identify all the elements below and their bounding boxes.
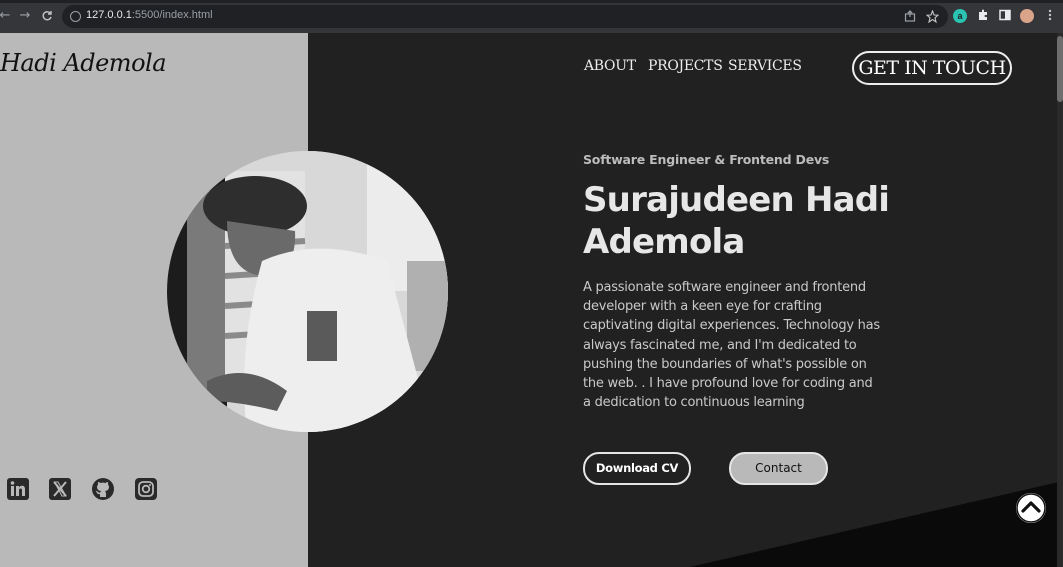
share-icon[interactable] [903, 10, 916, 23]
page-scrollbar[interactable] [1057, 33, 1063, 567]
x-twitter-icon[interactable] [49, 478, 71, 500]
bookmark-star-icon[interactable] [925, 9, 940, 24]
tab-strip [0, 0, 1063, 3]
profile-photo [167, 151, 448, 432]
profile-avatar-icon[interactable] [1020, 9, 1034, 23]
nav-about[interactable]: ABOUT [584, 58, 636, 74]
scroll-to-top-button[interactable] [1016, 493, 1046, 523]
address-bar[interactable]: 127.0.0.1:5500/index.html [62, 5, 948, 28]
extensions-puzzle-icon[interactable] [976, 9, 990, 23]
side-panel-icon[interactable] [998, 9, 1012, 23]
portfolio-page: Hadi Ademola ABOUT PROJECTS SERVICES GET… [0, 33, 1063, 567]
extension-a-icon[interactable]: a [953, 9, 967, 23]
url-text[interactable]: 127.0.0.1:5500/index.html [86, 9, 213, 21]
contact-button[interactable]: Contact [729, 452, 828, 485]
nav-projects[interactable]: PROJECTS [648, 58, 723, 74]
get-in-touch-button[interactable]: GET IN TOUCH [852, 51, 1012, 85]
hero-subtitle: Software Engineer & Frontend Devs [583, 152, 830, 167]
back-icon[interactable]: ← [0, 9, 12, 23]
instagram-icon[interactable] [135, 478, 157, 500]
github-icon[interactable] [92, 478, 114, 500]
nav-services[interactable]: SERVICES [728, 58, 802, 74]
browser-menu-icon[interactable] [1043, 9, 1057, 23]
hero-name: Surajudeen Hadi Ademola [583, 179, 903, 263]
hero-bio: A passionate software engineer and front… [583, 280, 880, 411]
site-info-icon[interactable] [70, 11, 81, 22]
chevron-up-icon [1016, 493, 1046, 523]
scrollbar-thumb[interactable] [1057, 36, 1063, 102]
hero-name-line1: Surajudeen Hadi [583, 180, 890, 220]
reload-icon[interactable] [40, 9, 54, 23]
site-logo[interactable]: Hadi Ademola [0, 49, 167, 77]
browser-toolbar: ← → 127.0.0.1:5500/index.html a [0, 0, 1063, 34]
forward-icon[interactable]: → [18, 9, 32, 23]
diagonal-decoration [690, 481, 1063, 567]
download-cv-button[interactable]: Download CV [583, 452, 691, 485]
linkedin-icon[interactable] [7, 478, 29, 500]
hero-name-line2: Ademola [583, 222, 745, 262]
